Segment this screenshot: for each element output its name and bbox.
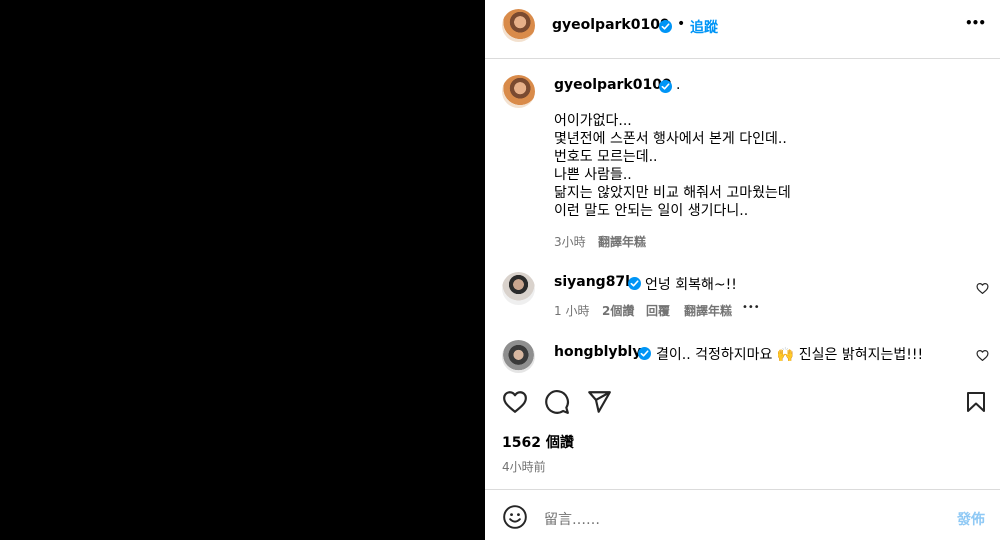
comment-text: 언넝 회복해~!! [645, 277, 737, 293]
caption-line: 나쁜 사람들.. [554, 167, 632, 183]
comment-more-icon[interactable]: ••• [742, 302, 760, 313]
caption-timestamp[interactable]: 3小時 [554, 233, 586, 250]
caption-line: 번호도 모르는데.. [554, 149, 658, 165]
comment-text-part: 진실은 밝혀지는법!!! [794, 347, 924, 363]
like-heart-icon[interactable] [502, 389, 528, 415]
more-options-icon[interactable]: ••• [965, 16, 986, 30]
verified-badge-icon [638, 347, 651, 360]
post-comment-button[interactable]: 發佈 [957, 509, 985, 529]
emoji-smiley-icon[interactable] [502, 504, 528, 530]
comment-username[interactable]: hongblybly [554, 344, 641, 360]
comment-reply-button[interactable]: 回覆 [646, 302, 670, 319]
caption-text: 어이가없다... 몇년전에 스폰서 행사에서 본게 다인데.. 번호도 모르는데… [554, 112, 974, 220]
comment-avatar[interactable] [502, 272, 535, 305]
comment-input[interactable]: 留言…… [544, 509, 600, 529]
caption-line: 이런 말도 안되는 일이 생기다니.. [554, 203, 749, 219]
comment-avatar[interactable] [502, 340, 535, 373]
comment-text-part: 결이.. 걱정하지마요 [656, 347, 777, 363]
comment-likes-count[interactable]: 2個讚 [602, 302, 634, 319]
comment-bubble-icon[interactable] [544, 389, 570, 415]
comment-timestamp[interactable]: 1 小時 [554, 302, 589, 319]
follow-button[interactable]: 追蹤 [690, 17, 718, 37]
comment-text: 결이.. 걱정하지마요 🙌 진실은 밝혀지는법!!! [656, 344, 923, 364]
verified-badge-icon [659, 20, 672, 33]
owner-username[interactable]: gyeolpark0109 [552, 17, 670, 33]
header-separator: • [677, 16, 686, 32]
post-timestamp[interactable]: 4小時前 [502, 458, 546, 475]
caption-line: 몇년전에 스폰서 행사에서 본게 다인데.. [554, 131, 787, 147]
caption-translate-link[interactable]: 翻譯年糕 [598, 233, 646, 250]
like-comment-heart-icon[interactable] [976, 349, 989, 362]
raised-hands-emoji-icon: 🙌 [776, 347, 795, 363]
owner-avatar[interactable] [502, 9, 535, 42]
composer-divider [485, 489, 1000, 490]
verified-badge-icon [659, 80, 672, 93]
save-bookmark-icon[interactable] [964, 389, 988, 415]
caption-line: 닮지는 않았지만 비교 해줘서 고마웠는데 [554, 185, 791, 201]
post-media[interactable] [0, 0, 485, 540]
caption-suffix: . [676, 77, 681, 93]
comment-username[interactable]: siyang87k [554, 274, 635, 290]
caption-line: 어이가없다... [554, 113, 632, 129]
likes-count[interactable]: 1562 個讚 [502, 432, 574, 452]
header-divider [485, 58, 1000, 59]
verified-badge-icon [628, 277, 641, 290]
caption-username[interactable]: gyeolpark0109 [554, 77, 672, 93]
comment-translate-link[interactable]: 翻譯年糕 [684, 302, 732, 319]
instagram-post-view: gyeolpark0109 • 追蹤 ••• gyeolpark0109 . 어… [0, 0, 1000, 540]
like-comment-heart-icon[interactable] [976, 282, 989, 295]
share-paper-plane-icon[interactable] [586, 389, 612, 415]
caption-avatar[interactable] [502, 75, 535, 108]
